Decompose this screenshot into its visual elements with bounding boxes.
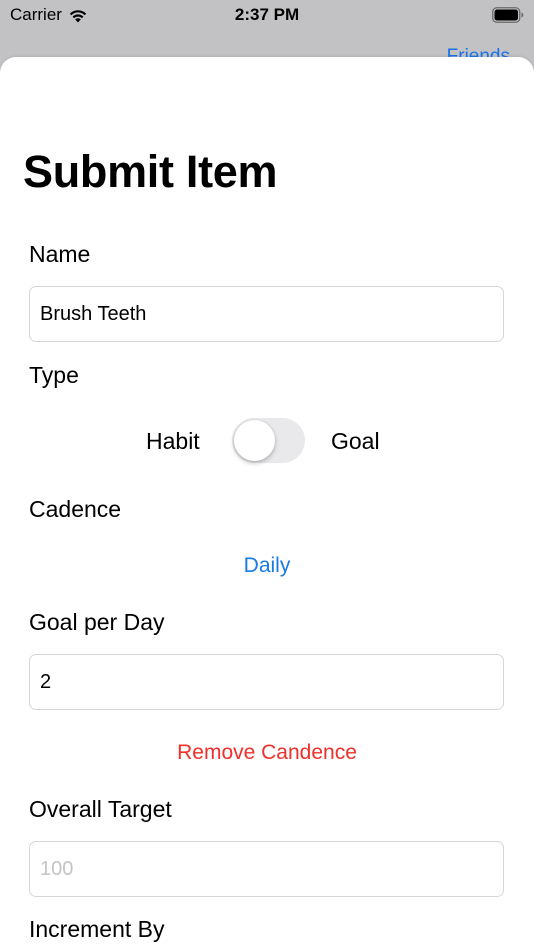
submit-item-sheet: Submit Item Name Type Habit Goal Cadence… — [0, 57, 534, 950]
type-goal-label: Goal — [331, 428, 380, 454]
increment-by-label: Increment By — [29, 916, 165, 942]
remove-cadence-button[interactable]: Remove Candence — [0, 741, 534, 765]
name-label: Name — [29, 241, 91, 267]
goal-per-day-label: Goal per Day — [29, 609, 165, 635]
status-bar: Carrier 2:37 PM — [0, 0, 534, 32]
goal-per-day-input[interactable] — [29, 654, 504, 710]
cadence-label: Cadence — [29, 496, 122, 522]
type-toggle-knob — [234, 420, 275, 461]
cadence-picker-button[interactable]: Daily — [0, 554, 534, 578]
type-habit-label: Habit — [146, 428, 200, 454]
type-selector: Habit Goal — [0, 418, 534, 464]
screen: Carrier 2:37 PM Friends Submit Item Name… — [0, 0, 534, 950]
page-title: Submit Item — [23, 146, 278, 197]
name-input[interactable] — [29, 286, 504, 342]
overall-target-label: Overall Target — [29, 796, 172, 822]
battery-icon — [492, 7, 524, 23]
status-time: 2:37 PM — [234, 5, 300, 24]
type-toggle[interactable] — [232, 418, 305, 463]
type-label: Type — [29, 362, 79, 388]
overall-target-input[interactable] — [29, 841, 504, 897]
